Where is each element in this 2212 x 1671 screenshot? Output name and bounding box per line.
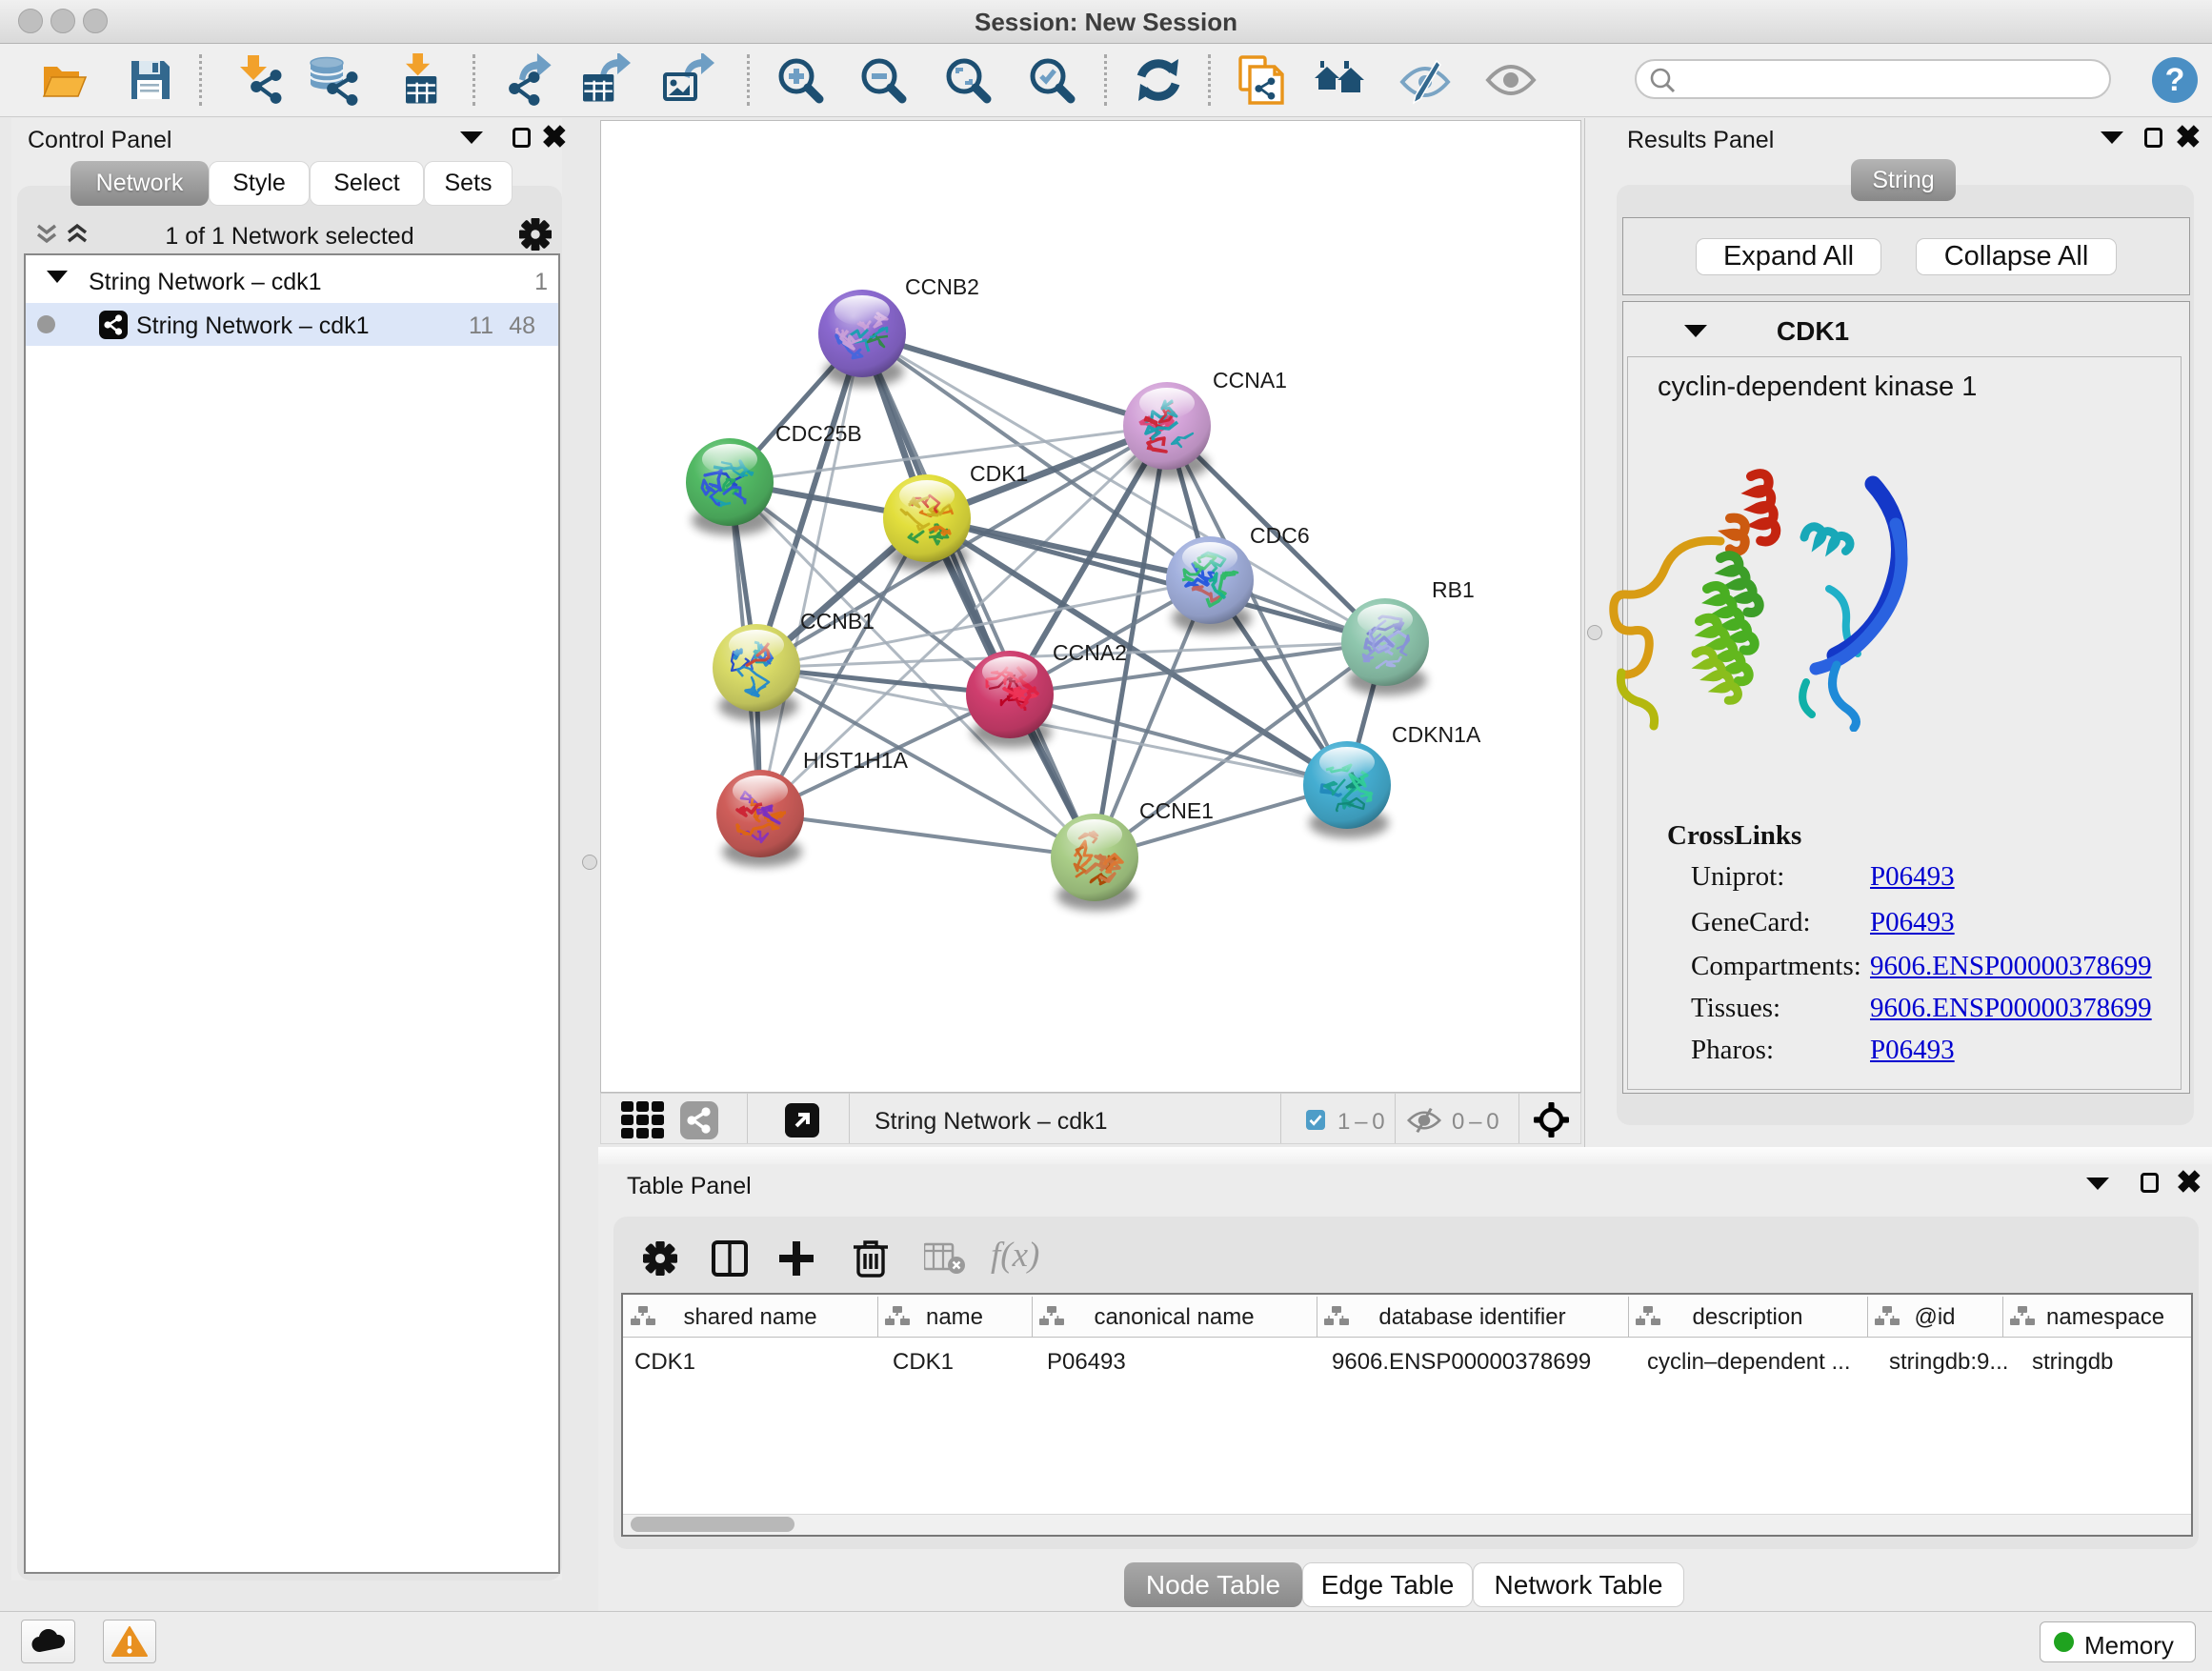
svg-text:CCNB1: CCNB1	[800, 609, 875, 634]
svg-text:RB1: RB1	[1432, 577, 1475, 602]
svg-text:CDKN1A: CDKN1A	[1392, 722, 1481, 747]
svg-text:CCNA1: CCNA1	[1213, 368, 1287, 393]
svg-text:CDC25B: CDC25B	[775, 421, 862, 446]
svg-text:CCNA2: CCNA2	[1053, 640, 1127, 665]
svg-text:HIST1H1A: HIST1H1A	[803, 748, 909, 773]
svg-text:CDK1: CDK1	[970, 461, 1028, 486]
svg-text:CCNE1: CCNE1	[1139, 798, 1214, 823]
svg-text:?: ?	[2165, 62, 2185, 98]
svg-text:CDC6: CDC6	[1250, 523, 1310, 548]
svg-text:CCNB2: CCNB2	[905, 274, 979, 299]
